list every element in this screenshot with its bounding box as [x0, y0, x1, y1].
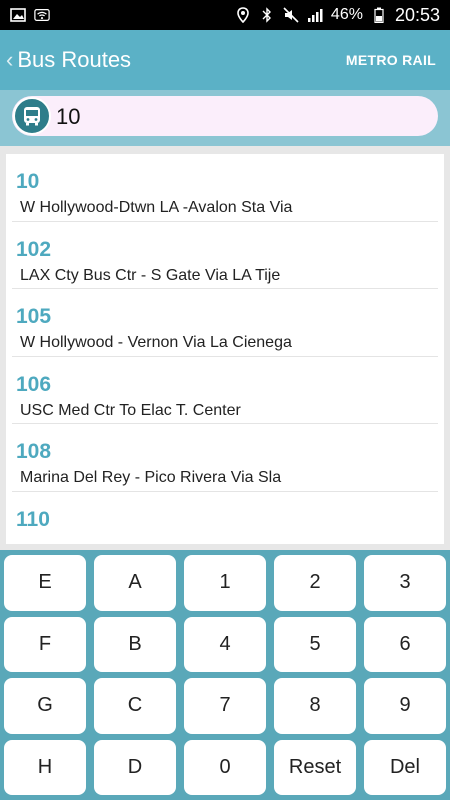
list-item[interactable]: 106 USC Med Ctr To Elac T. Center — [12, 357, 438, 424]
back-chevron-icon[interactable]: ‹ — [6, 49, 13, 71]
metro-rail-button[interactable]: METRO RAIL — [344, 46, 438, 74]
image-icon — [10, 7, 26, 23]
mute-icon — [283, 7, 299, 23]
key-h[interactable]: H — [4, 739, 86, 795]
key-d[interactable]: D — [94, 739, 176, 795]
list-item[interactable]: 105 W Hollywood - Vernon Via La Cienega — [12, 289, 438, 357]
battery-percent: 46% — [330, 6, 363, 23]
key-6[interactable]: 6 — [364, 616, 446, 672]
key-7[interactable]: 7 — [184, 678, 266, 734]
list-item[interactable]: 102 LAX Cty Bus Ctr - S Gate Via LA Tije — [12, 222, 438, 289]
route-description: USC Med Ctr To Elac T. Center — [20, 401, 241, 419]
key-g[interactable]: G — [4, 678, 86, 734]
battery-icon — [371, 7, 387, 23]
key-3[interactable]: 3 — [364, 555, 446, 611]
key-5[interactable]: 5 — [274, 616, 356, 672]
page-title[interactable]: Bus Routes — [17, 47, 344, 73]
route-number: 105 — [16, 305, 52, 328]
route-number: 110 — [16, 507, 50, 531]
key-f[interactable]: F — [4, 616, 86, 672]
route-description: W Hollywood - Vernon Via La Cienega — [20, 334, 292, 351]
route-number: 106 — [16, 372, 52, 396]
route-description: Marina Del Rey - Pico Rivera Via Sla — [20, 469, 282, 486]
key-0[interactable]: 0 — [184, 739, 266, 795]
delete-button[interactable]: Del — [364, 739, 446, 795]
list-item[interactable]: 110 — [12, 492, 438, 545]
route-description: LAX Cty Bus Ctr - S Gate Via LA Tije — [20, 266, 281, 284]
app-bar: ‹ Bus Routes METRO RAIL — [0, 30, 450, 90]
route-description: W Hollywood-Dtwn LA -Avalon Sta Via — [20, 199, 293, 216]
location-icon — [235, 7, 251, 23]
signal-icon — [307, 7, 323, 23]
key-e[interactable]: E — [4, 555, 86, 611]
route-list: 10 W Hollywood-Dtwn LA -Avalon Sta Via 1… — [6, 154, 444, 544]
key-2[interactable]: 2 — [274, 555, 356, 611]
list-item[interactable]: 10 W Hollywood-Dtwn LA -Avalon Sta Via — [12, 154, 438, 222]
key-1[interactable]: 1 — [184, 555, 266, 611]
keypad: E A 1 2 3 F B 4 5 6 G C 7 8 9 H D 0 Rese… — [0, 550, 450, 800]
route-number: 102 — [16, 237, 52, 261]
route-number: 108 — [16, 440, 52, 463]
route-number: 10 — [16, 170, 40, 193]
reset-button[interactable]: Reset — [274, 739, 356, 795]
key-b[interactable]: B — [94, 616, 176, 672]
key-c[interactable]: C — [94, 678, 176, 734]
bus-icon — [13, 97, 51, 135]
search-bar — [0, 90, 450, 146]
key-9[interactable]: 9 — [364, 678, 446, 734]
wifi-icon — [34, 7, 50, 23]
bluetooth-icon — [259, 7, 275, 23]
list-item[interactable]: 108 Marina Del Rey - Pico Rivera Via Sla — [12, 424, 438, 492]
search-box[interactable] — [12, 96, 438, 136]
key-8[interactable]: 8 — [274, 678, 356, 734]
key-a[interactable]: A — [94, 555, 176, 611]
route-search-input[interactable] — [54, 100, 428, 134]
key-4[interactable]: 4 — [184, 616, 266, 672]
clock: 20:53 — [394, 4, 440, 25]
status-bar: 46% 20:53 — [0, 0, 450, 30]
